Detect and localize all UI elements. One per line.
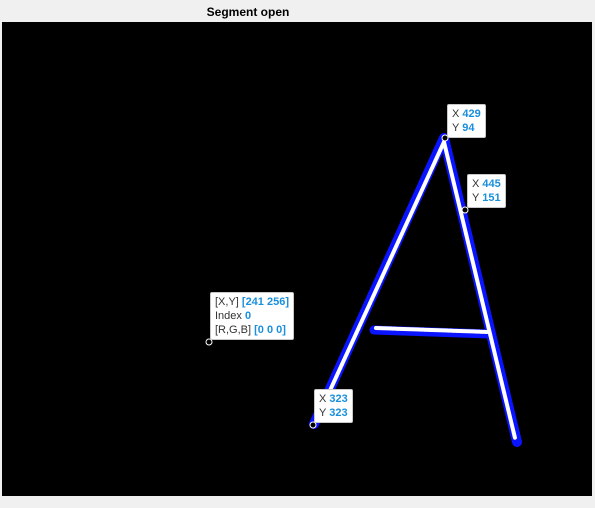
xy-label: [X,Y] bbox=[215, 296, 239, 308]
index-label: Index bbox=[215, 310, 242, 322]
rgb-value: [0 0 0] bbox=[254, 324, 286, 336]
y-label: Y bbox=[472, 192, 480, 204]
datatip[interactable]: X 323 Y 323 bbox=[314, 389, 353, 423]
datatip[interactable]: X 429 Y 94 bbox=[447, 104, 486, 138]
image-axes[interactable]: X 429 Y 94 X 445 Y 151 X 323 Y 323 [X,Y]… bbox=[2, 22, 592, 496]
pixel-info-tip[interactable]: [X,Y] [241 256] Index 0 [R,G,B] [0 0 0] bbox=[210, 292, 294, 340]
x-label: X bbox=[472, 178, 480, 190]
datatip[interactable]: X 445 Y 151 bbox=[467, 174, 506, 208]
x-value: 445 bbox=[482, 178, 501, 190]
y-label: Y bbox=[452, 122, 460, 134]
figure-title: Segment open bbox=[206, 5, 290, 19]
x-label: X bbox=[319, 393, 327, 405]
y-value: 94 bbox=[462, 122, 475, 134]
figure-title-bar: Segment open bbox=[0, 0, 595, 22]
xy-value: [241 256] bbox=[241, 296, 289, 308]
index-value: 0 bbox=[244, 310, 252, 322]
y-label: Y bbox=[319, 407, 327, 419]
y-value: 323 bbox=[329, 407, 348, 419]
figure-bottom-bar bbox=[0, 496, 595, 508]
x-value: 323 bbox=[329, 393, 348, 405]
rgb-label: [R,G,B] bbox=[215, 324, 252, 336]
letter-a-segment bbox=[309, 133, 522, 447]
x-label: X bbox=[452, 108, 460, 120]
y-value: 151 bbox=[482, 192, 501, 204]
x-value: 429 bbox=[462, 108, 481, 120]
